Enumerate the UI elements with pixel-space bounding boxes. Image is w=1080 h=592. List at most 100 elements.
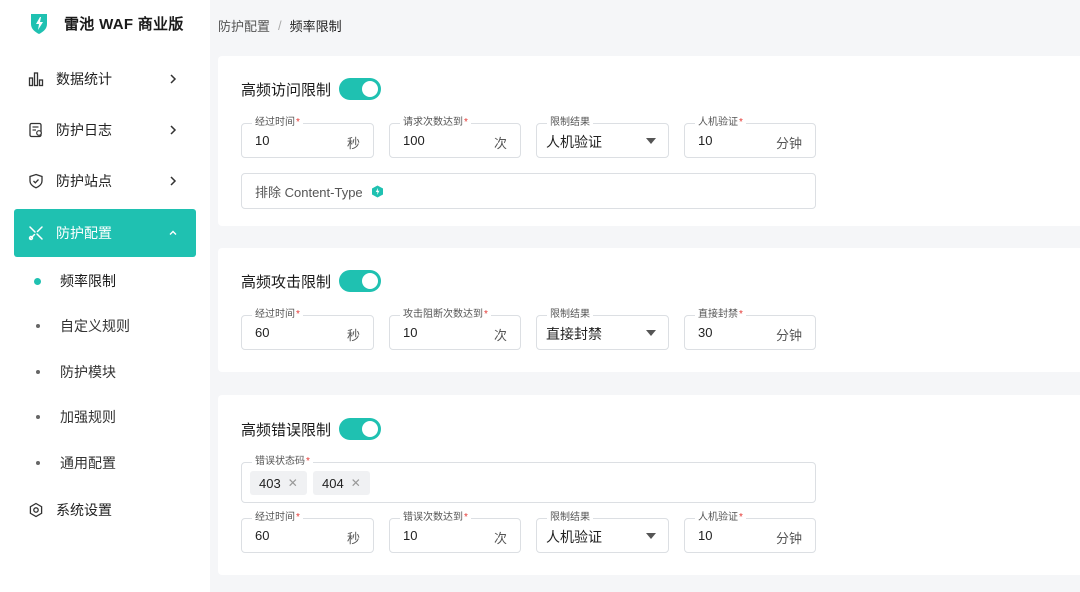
card-title-row: 高频错误限制 (241, 418, 382, 440)
sidebar-item-protection-config[interactable]: 防护配置 (14, 209, 196, 257)
sidebar-subitem-custom-rules[interactable]: 自定义规则 (30, 311, 130, 341)
field-suffix: 分钟 (775, 136, 802, 151)
sidebar-subitem-general-config[interactable]: 通用配置 (30, 448, 116, 478)
sidebar-item-sites[interactable]: 防护站点 (14, 157, 196, 205)
caret-down-icon (646, 330, 656, 336)
log-icon (28, 122, 44, 138)
sidebar-item-label: 防护站点 (56, 173, 112, 189)
card-high-frequency-attack: 高频攻击限制 经过时间* 60 秒 攻击阻断次数达到* 10 次 限制结果 直接… (218, 248, 1080, 372)
required-mark: * (464, 512, 468, 523)
breadcrumb-parent[interactable]: 防护配置 (218, 16, 270, 35)
field-value: 10 (255, 133, 270, 148)
field-label-text: 限制结果 (550, 512, 590, 523)
select-value: 直接封禁 (546, 326, 602, 342)
required-mark: * (739, 512, 743, 523)
captcha-duration-input[interactable]: 人机验证* 10 分钟 (684, 116, 816, 158)
field-value: 60 (255, 528, 270, 543)
field-value: 10 (403, 325, 418, 340)
chevron-right-icon (168, 74, 178, 84)
exclude-content-type-input[interactable]: 排除 Content-Type (241, 173, 816, 209)
field-label: 人机验证* (695, 116, 746, 130)
field-label-text: 人机验证 (698, 117, 738, 128)
sidebar-subitem-label: 通用配置 (60, 455, 116, 471)
captcha-duration-input[interactable]: 人机验证* 10 分钟 (684, 511, 816, 553)
required-mark: * (739, 117, 743, 128)
required-mark: * (739, 309, 743, 320)
field-value: 10 (698, 133, 713, 148)
sidebar-subitem-rate-limit[interactable]: 频率限制 (30, 266, 116, 296)
card-high-frequency-error: 高频错误限制 错误状态码* 403 ✕ 404 ✕ 经过时间* 60 秒 错误次… (218, 395, 1080, 575)
card-high-frequency-access: 高频访问限制 经过时间* 10 秒 请求次数达到* 100 次 限制结果 人机验… (218, 56, 1080, 226)
field-suffix: 次 (493, 136, 507, 151)
field-label-text: 攻击阻断次数达到 (403, 309, 483, 320)
caret-down-icon (646, 533, 656, 539)
breadcrumb-separator: / (278, 18, 282, 33)
field-value: 30 (698, 325, 713, 340)
field-label: 错误次数达到* (400, 511, 471, 525)
sidebar-item-label: 防护日志 (56, 122, 112, 138)
elapsed-time-input[interactable]: 经过时间* 10 秒 (241, 116, 374, 158)
field-label-text: 人机验证 (698, 512, 738, 523)
card-title: 高频攻击限制 (241, 273, 332, 291)
card-title: 高频错误限制 (241, 421, 332, 439)
tools-icon (28, 225, 44, 241)
toggle-knob (362, 273, 379, 289)
close-icon[interactable]: ✕ (288, 476, 298, 490)
field-suffix: 秒 (346, 136, 360, 151)
field-label: 请求次数达到* (400, 116, 471, 130)
brand[interactable]: 雷池 WAF 商业版 (28, 10, 184, 36)
close-icon[interactable]: ✕ (351, 476, 361, 490)
attack-block-count-input[interactable]: 攻击阻断次数达到* 10 次 (389, 308, 521, 350)
exclude-label: 排除 Content-Type (255, 184, 363, 200)
request-count-input[interactable]: 请求次数达到* 100 次 (389, 116, 521, 158)
elapsed-time-input[interactable]: 经过时间* 60 秒 (241, 511, 374, 553)
sidebar-subitem-enhanced-rules[interactable]: 加强规则 (30, 402, 116, 432)
brand-logo-icon (31, 14, 47, 34)
elapsed-time-input[interactable]: 经过时间* 60 秒 (241, 308, 374, 350)
field-label-text: 直接封禁 (698, 309, 738, 320)
sidebar-subitem-label: 防护模块 (60, 364, 116, 380)
limit-result-select[interactable]: 限制结果 直接封禁 (536, 308, 669, 350)
breadcrumb-current: 频率限制 (289, 19, 342, 34)
enable-toggle[interactable] (339, 270, 382, 292)
error-count-input[interactable]: 错误次数达到* 10 次 (389, 511, 521, 553)
brand-title: 雷池 WAF 商业版 (64, 15, 184, 33)
field-suffix: 分钟 (775, 531, 802, 546)
field-label-text: 请求次数达到 (403, 117, 463, 128)
limit-result-select[interactable]: 限制结果 人机验证 (536, 116, 669, 158)
bullet-dot (36, 324, 40, 328)
enable-toggle[interactable] (339, 418, 382, 440)
bullet-dot (36, 461, 40, 465)
field-suffix: 秒 (346, 328, 360, 343)
enable-toggle[interactable] (339, 78, 382, 100)
error-status-codes-input[interactable]: 错误状态码* 403 ✕ 404 ✕ (241, 455, 816, 503)
status-code-tag: 404 ✕ (313, 471, 370, 495)
sidebar-item-statistics[interactable]: 数据统计 (14, 55, 196, 103)
select-value: 人机验证 (546, 134, 602, 150)
chevron-right-icon (168, 125, 178, 135)
shield-icon (28, 173, 44, 189)
bullet-dot (36, 415, 40, 419)
limit-result-select[interactable]: 限制结果 人机验证 (536, 511, 669, 553)
field-value: 60 (255, 325, 270, 340)
field-label: 限制结果 (547, 308, 593, 322)
chevron-up-icon (168, 228, 178, 238)
field-label-text: 经过时间 (255, 117, 295, 128)
ban-duration-input[interactable]: 直接封禁* 30 分钟 (684, 308, 816, 350)
plugin-icon[interactable] (371, 185, 384, 198)
field-value: 10 (698, 528, 713, 543)
required-mark: * (296, 309, 300, 320)
field-suffix: 次 (493, 531, 507, 546)
required-mark: * (484, 309, 488, 320)
sidebar-subitem-protection-modules[interactable]: 防护模块 (30, 357, 116, 387)
field-label: 限制结果 (547, 116, 593, 130)
breadcrumb: 防护配置 / 频率限制 (218, 16, 342, 35)
field-label: 错误状态码* (252, 455, 313, 469)
sidebar-item-logs[interactable]: 防护日志 (14, 106, 196, 154)
sidebar-item-system-settings[interactable]: 系统设置 (14, 486, 196, 534)
field-label-text: 限制结果 (550, 309, 590, 320)
sidebar-item-label: 数据统计 (56, 71, 112, 87)
sidebar-item-label: 系统设置 (56, 502, 112, 518)
chevron-right-icon (168, 176, 178, 186)
field-label-text: 错误次数达到 (403, 512, 463, 523)
